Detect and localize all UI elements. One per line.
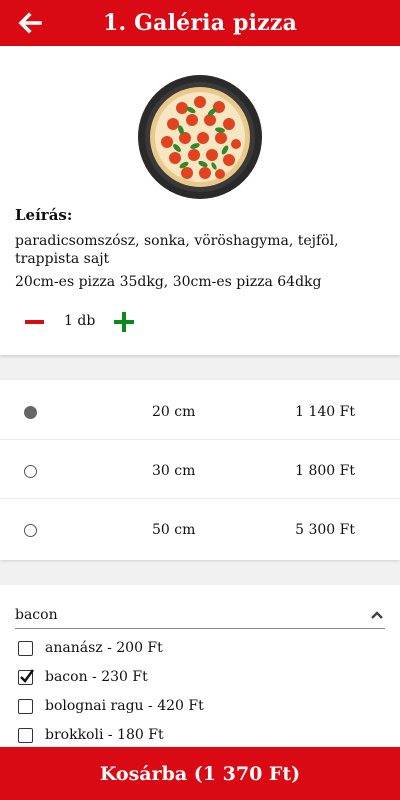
app-header: 1. Galéria pizza bbox=[0, 0, 400, 46]
arrow-left-icon bbox=[18, 12, 42, 34]
back-button[interactable] bbox=[16, 9, 44, 37]
extras-card: bacon ananász - 200 Ft bacon - 230 Ft bo… bbox=[0, 585, 400, 747]
page-title: 1. Galéria pizza bbox=[102, 10, 298, 36]
size-option-20[interactable]: 20 cm 1 140 Ft bbox=[0, 382, 400, 440]
radio-icon[interactable] bbox=[24, 465, 37, 478]
description-text: paradicsomszósz, sonka, vöröshagyma, tej… bbox=[15, 233, 339, 267]
extra-label: brokkoli - 180 Ft bbox=[45, 727, 164, 743]
pizza-image bbox=[138, 75, 262, 199]
size-label: 30 cm bbox=[152, 463, 196, 479]
size-option-50[interactable]: 50 cm 5 300 Ft bbox=[0, 500, 400, 558]
extra-item-brokkoli[interactable]: brokkoli - 180 Ft bbox=[18, 722, 164, 748]
extra-label: bacon - 230 Ft bbox=[45, 669, 148, 685]
extras-selected-value: bacon bbox=[15, 607, 58, 623]
chevron-up-icon[interactable] bbox=[369, 607, 385, 623]
checkmark-icon bbox=[20, 668, 34, 683]
add-to-cart-button[interactable]: Kosárba (1 370 Ft) bbox=[0, 747, 400, 800]
minus-icon[interactable] bbox=[24, 311, 46, 333]
extras-dropdown[interactable]: bacon bbox=[15, 593, 385, 629]
size-info-text: 20cm-es pizza 35dkg, 30cm-es pizza 64dkg bbox=[15, 274, 322, 290]
checkbox-checked[interactable] bbox=[18, 668, 34, 685]
size-price: 5 300 Ft bbox=[295, 522, 355, 538]
checkbox[interactable] bbox=[18, 640, 33, 656]
quantity-value: 1 db bbox=[64, 313, 96, 329]
extra-label: bolognai ragu - 420 Ft bbox=[45, 698, 204, 714]
checkbox[interactable] bbox=[18, 727, 33, 743]
radio-selected-icon[interactable] bbox=[24, 406, 37, 419]
extra-label: ananász - 200 Ft bbox=[45, 640, 163, 656]
size-option-30[interactable]: 30 cm 1 800 Ft bbox=[0, 441, 400, 499]
size-price: 1 140 Ft bbox=[295, 404, 355, 420]
checkbox[interactable] bbox=[18, 698, 33, 714]
size-options-card: 20 cm 1 140 Ft 30 cm 1 800 Ft 50 cm 5 30… bbox=[0, 380, 400, 560]
extra-item-ananasz[interactable]: ananász - 200 Ft bbox=[18, 635, 163, 661]
description-title: Leírás: bbox=[15, 206, 73, 224]
extra-item-bacon[interactable]: bacon - 230 Ft bbox=[18, 664, 148, 690]
size-label: 20 cm bbox=[152, 404, 196, 420]
extra-item-bolognai-ragu[interactable]: bolognai ragu - 420 Ft bbox=[18, 693, 204, 719]
radio-icon[interactable] bbox=[24, 524, 37, 537]
size-label: 50 cm bbox=[152, 522, 196, 538]
size-price: 1 800 Ft bbox=[295, 463, 355, 479]
product-info-card: Leírás: paradicsomszósz, sonka, vöröshag… bbox=[0, 46, 400, 355]
plus-icon[interactable] bbox=[112, 310, 136, 334]
